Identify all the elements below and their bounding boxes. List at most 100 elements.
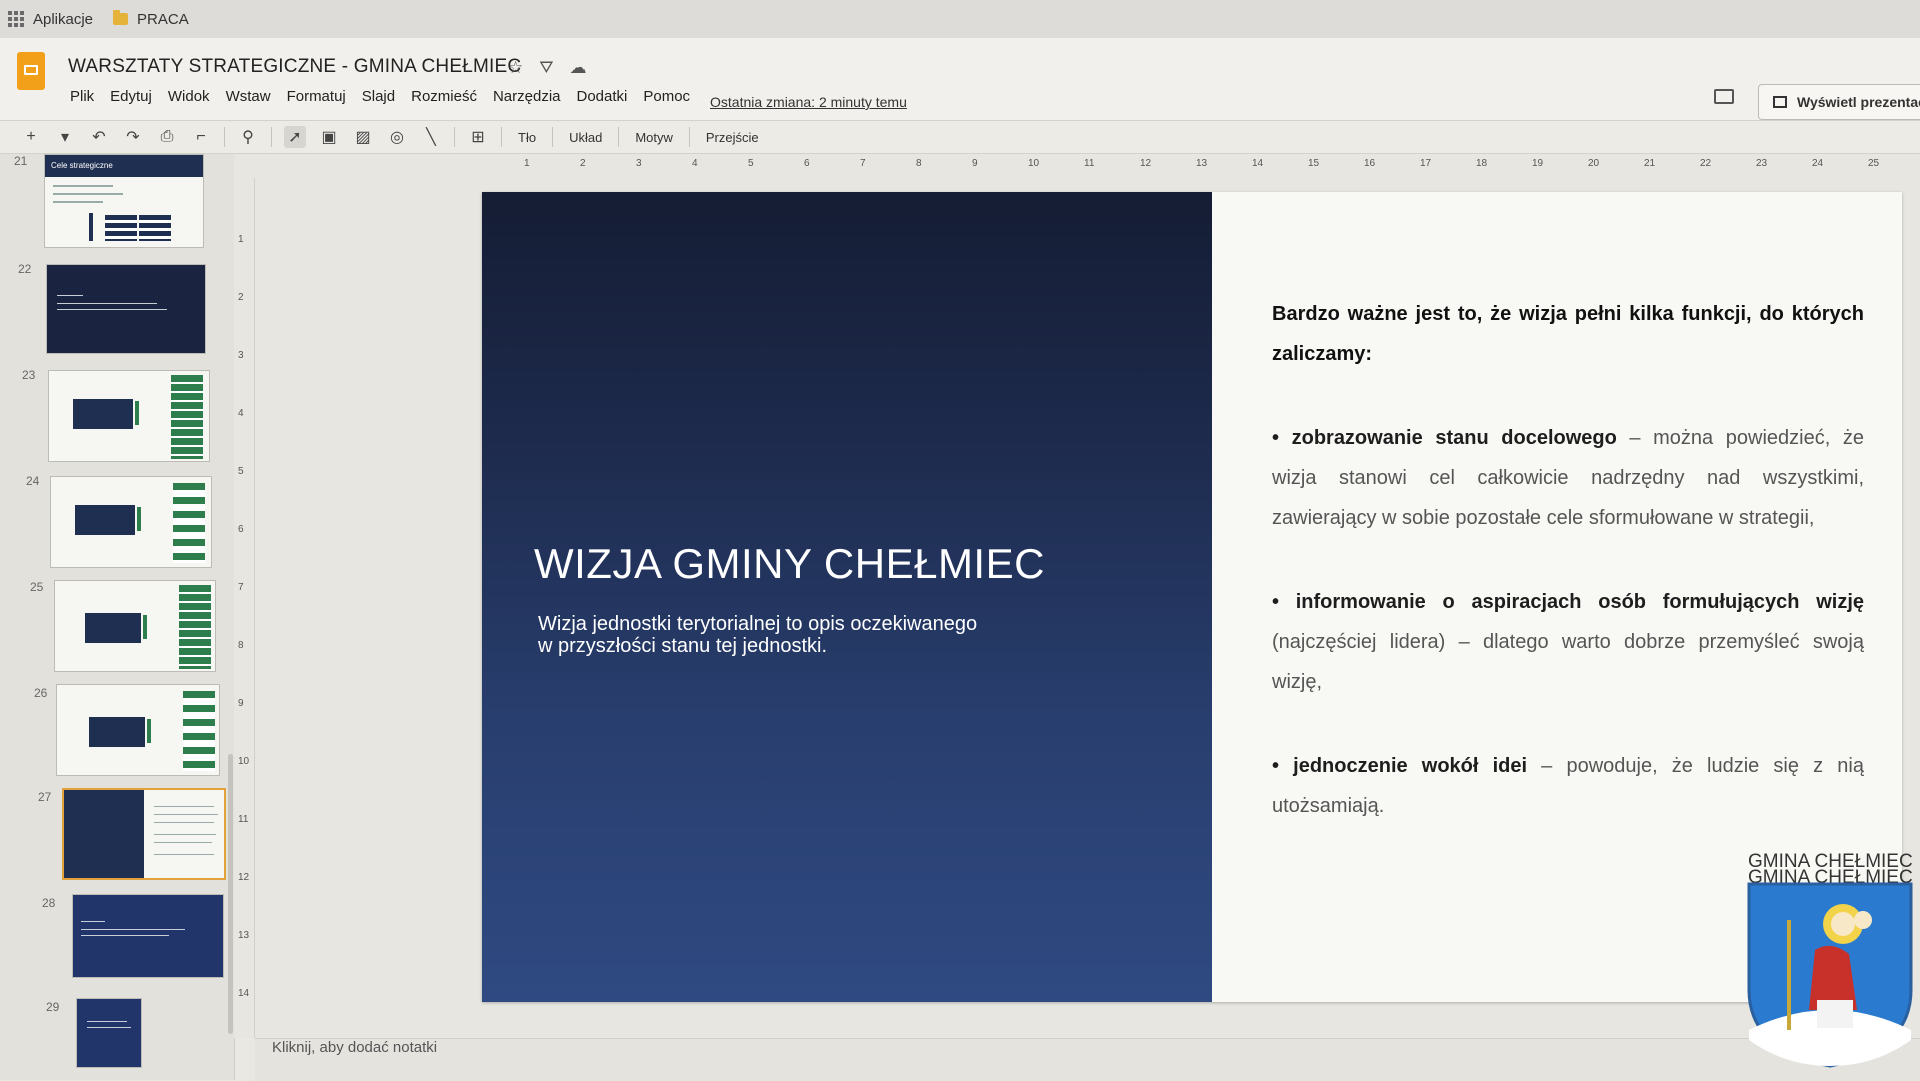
transition-button[interactable]: Przejście <box>702 130 763 145</box>
ruler-tick-label: 1 <box>238 234 244 245</box>
filmstrip-scrollbar[interactable] <box>228 754 233 1034</box>
theme-button[interactable]: Motyw <box>631 130 677 145</box>
slide-thumbnail-23[interactable] <box>48 370 210 462</box>
redo-icon[interactable]: ↷ <box>122 126 144 148</box>
title-icons: ☆ ⛛ ☁ <box>508 58 587 78</box>
slide-number: 22 <box>18 262 32 276</box>
ruler-tick-label: 6 <box>238 524 244 535</box>
coat-of-arms-icon <box>1747 882 1913 1068</box>
menu-slide[interactable]: Slajd <box>362 88 395 105</box>
slide-thumbnail-22[interactable] <box>46 264 206 354</box>
toolbar-divider <box>454 127 455 147</box>
ruler-tick-label: 7 <box>238 582 244 593</box>
menu-arrange[interactable]: Rozmieść <box>411 88 477 105</box>
slide-thumbnail-27[interactable] <box>62 788 226 880</box>
toolbar-divider <box>552 127 554 147</box>
slide-thumbnail-24[interactable] <box>50 476 212 568</box>
bullet-3-heading: • jednoczenie wokół idei <box>1272 755 1528 777</box>
zoom-icon[interactable]: ⚲ <box>237 126 259 148</box>
document-title[interactable]: WARSZTATY STRATEGICZNE - GMINA CHEŁMIEC <box>68 56 521 78</box>
slide-subtitle[interactable]: Wizja jednostki terytorialnej to opis oc… <box>538 613 1058 657</box>
bullet-2: • informowanie o aspiracjach osób formuł… <box>1272 582 1864 702</box>
ruler-tick-label: 4 <box>692 158 698 169</box>
new-slide-icon[interactable]: + <box>20 126 42 148</box>
menu-insert[interactable]: Wstaw <box>226 88 271 105</box>
ruler-tick-label: 7 <box>860 158 866 169</box>
ruler-tick-label: 14 <box>1252 158 1264 169</box>
menu-bar: Plik Edytuj Widok Wstaw Formatuj Slajd R… <box>70 88 690 105</box>
ruler-tick-label: 14 <box>238 988 250 999</box>
menu-addons[interactable]: Dodatki <box>577 88 628 105</box>
menu-file[interactable]: Plik <box>70 88 94 105</box>
image-icon[interactable]: ▨ <box>352 126 374 148</box>
slides-logo-icon[interactable] <box>17 52 45 90</box>
slide-thumbnail-25[interactable] <box>54 580 216 672</box>
current-slide[interactable]: WIZJA GMINY CHEŁMIEC Wizja jednostki ter… <box>482 192 1902 1002</box>
ruler-tick-label: 13 <box>1196 158 1208 169</box>
paint-format-icon[interactable]: ⌐ <box>190 126 212 148</box>
menu-view[interactable]: Widok <box>168 88 210 105</box>
chevron-down-icon[interactable]: ▾ <box>54 126 76 148</box>
slide-thumbnail-29[interactable] <box>76 998 142 1068</box>
ruler-tick-label: 15 <box>1308 158 1320 169</box>
ruler-tick-label: 10 <box>1028 158 1040 169</box>
background-button[interactable]: Tło <box>514 130 540 145</box>
present-icon <box>1773 96 1787 108</box>
star-icon[interactable]: ☆ <box>508 58 523 78</box>
last-edit-link[interactable]: Ostatnia zmiana: 2 minuty temu <box>710 94 907 110</box>
slide-title[interactable]: WIZJA GMINY CHEŁMIEC <box>534 540 1045 588</box>
ruler-tick-label: 20 <box>1588 158 1600 169</box>
vertical-ruler: 1 2 3 4 5 6 7 8 9 10 11 12 13 14 <box>234 178 255 1038</box>
thumb-title: Cele strategiczne <box>51 161 113 170</box>
bookmark-apps[interactable]: Aplikacje <box>8 11 93 28</box>
line-icon[interactable]: ╲ <box>420 126 442 148</box>
slide-number: 24 <box>26 474 40 488</box>
slide-number: 28 <box>42 896 56 910</box>
select-cursor-icon[interactable]: ➚ <box>284 126 306 148</box>
present-button[interactable]: Wyświetl prezentację <box>1758 84 1920 120</box>
menu-help[interactable]: Pomoc <box>643 88 690 105</box>
menu-edit[interactable]: Edytuj <box>110 88 152 105</box>
bookmark-praca[interactable]: PRACA <box>113 10 189 28</box>
slide-subtitle-line-1: Wizja jednostki terytorialnej to opis oc… <box>538 613 978 635</box>
toolbar-divider <box>688 127 690 147</box>
slide-number: 27 <box>38 790 52 804</box>
cloud-status-icon[interactable]: ☁ <box>570 58 587 78</box>
ruler-tick-label: 13 <box>238 930 250 941</box>
bullet-2-heading: • informowanie o aspiracjach osób formuł… <box>1272 591 1864 613</box>
slide-thumbnail-28[interactable] <box>72 894 224 978</box>
shape-icon[interactable]: ◎ <box>386 126 408 148</box>
layout-button[interactable]: Układ <box>565 130 606 145</box>
ruler-tick-label: 24 <box>1812 158 1824 169</box>
ruler-tick-label: 16 <box>1364 158 1376 169</box>
ruler-tick-label: 8 <box>238 640 244 651</box>
apps-grid-icon <box>8 11 24 27</box>
print-icon[interactable]: ⎙ <box>156 126 178 148</box>
slide-thumbnail-26[interactable] <box>56 684 220 776</box>
ruler-tick-label: 12 <box>238 872 250 883</box>
comment-icon[interactable] <box>1714 89 1734 104</box>
undo-icon[interactable]: ↶ <box>88 126 110 148</box>
slide-number: 26 <box>34 686 48 700</box>
ruler-tick-label: 4 <box>238 408 244 419</box>
toolbar-divider <box>224 127 225 147</box>
ruler-tick-label: 6 <box>804 158 810 169</box>
ruler-tick-label: 22 <box>1700 158 1712 169</box>
speaker-notes[interactable]: Kliknij, aby dodać notatki <box>255 1038 1920 1081</box>
menu-format[interactable]: Formatuj <box>287 88 346 105</box>
ruler-tick-label: 8 <box>916 158 922 169</box>
ruler-tick-label: 2 <box>580 158 586 169</box>
slide-thumbnail-21[interactable]: Cele strategiczne <box>44 154 204 248</box>
bullet-1: • zobrazowanie stanu docelowego – można … <box>1272 418 1864 538</box>
text-box-icon[interactable]: ▣ <box>318 126 340 148</box>
toolbar-divider <box>271 127 272 147</box>
slide-number: 25 <box>30 580 44 594</box>
ruler-tick-label: 21 <box>1644 158 1656 169</box>
slide-title-panel: WIZJA GMINY CHEŁMIEC Wizja jednostki ter… <box>482 192 1212 1002</box>
menu-tools[interactable]: Narzędzia <box>493 88 561 105</box>
toolbar: + ▾ ↶ ↷ ⎙ ⌐ ⚲ ➚ ▣ ▨ ◎ ╲ ⊞ Tło Układ Moty… <box>0 120 1920 154</box>
comment-add-icon[interactable]: ⊞ <box>467 126 489 148</box>
move-to-drive-icon[interactable]: ⛛ <box>539 58 553 78</box>
slide-body-text[interactable]: Bardzo ważne jest to, że wizja pełni kil… <box>1272 294 1864 870</box>
bookmark-apps-label: Aplikacje <box>33 10 94 28</box>
